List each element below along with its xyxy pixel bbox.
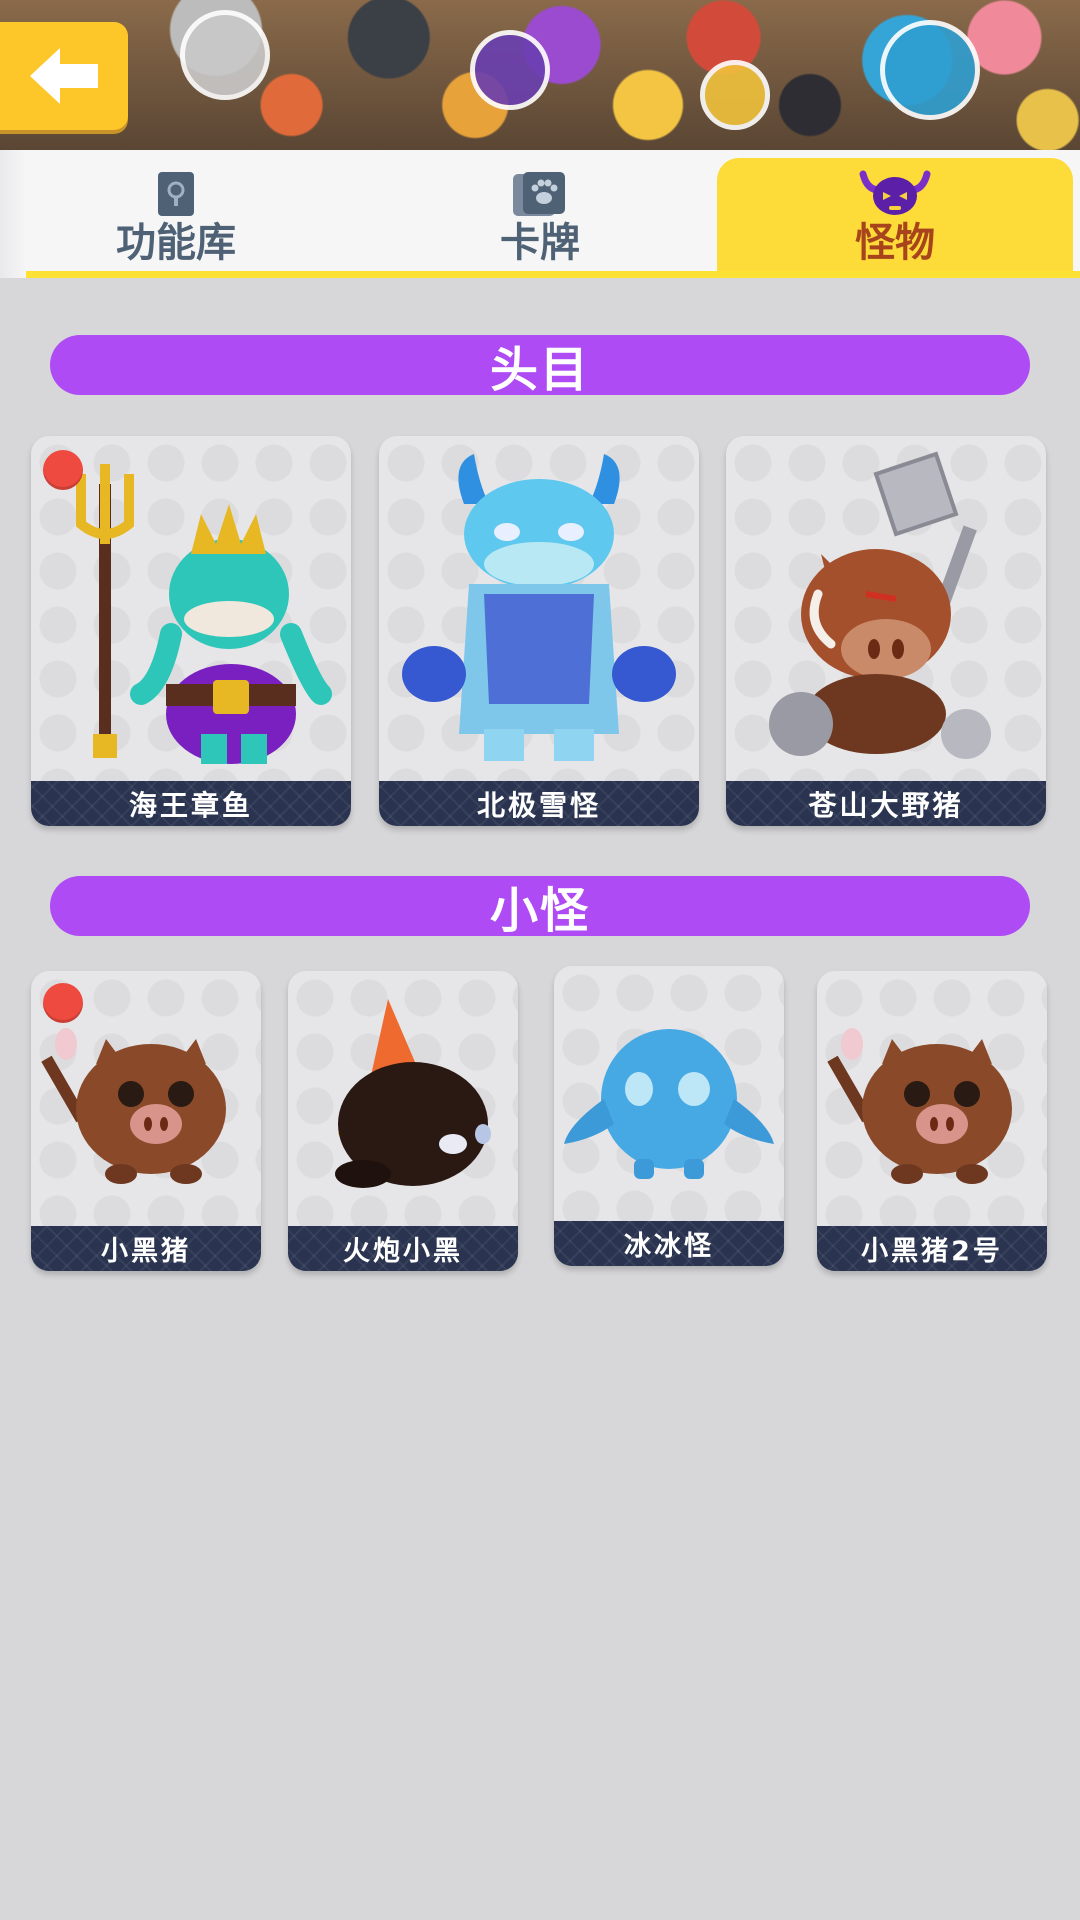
banner-sticker <box>180 10 270 100</box>
monster-card-ice-monster[interactable]: 冰冰怪 <box>554 966 784 1266</box>
book-icon <box>156 166 196 218</box>
monster-name-bar: 火炮小黑 <box>288 1226 518 1271</box>
monster-card-arctic-yeti[interactable]: 北极雪怪 <box>379 436 699 826</box>
paw-card-icon <box>511 166 569 218</box>
tab-library-label: 功能库 <box>116 220 236 266</box>
monster-portrait <box>31 436 351 781</box>
monster-name: 苍山大野猪 <box>808 788 964 822</box>
tab-cards-label: 卡牌 <box>500 220 580 266</box>
tab-bar-edge <box>0 150 26 278</box>
monster-name: 小黑猪 <box>101 1236 191 1267</box>
new-badge <box>43 450 83 490</box>
monster-name: 火炮小黑 <box>343 1236 463 1267</box>
monster-name-bar: 小黑猪2号 <box>817 1226 1047 1271</box>
tab-cards[interactable]: 卡牌 <box>390 158 690 271</box>
monster-card-mountain-boar[interactable]: 苍山大野猪 <box>726 436 1046 826</box>
tab-monsters-label: 怪物 <box>855 220 935 266</box>
banner-sticker <box>470 30 550 110</box>
monster-portrait <box>554 966 784 1221</box>
tab-library[interactable]: 功能库 <box>26 158 326 271</box>
monster-name-bar: 苍山大野猪 <box>726 781 1046 826</box>
monster-card-sea-king-octopus[interactable]: 海王章鱼 <box>31 436 351 826</box>
section-title-bosses: 头目 <box>489 342 590 398</box>
monster-name-bar: 北极雪怪 <box>379 781 699 826</box>
tab-bar: 功能库 卡牌 怪物 <box>0 150 1080 278</box>
back-button[interactable] <box>0 22 128 130</box>
monster-name-bar: 小黑猪 <box>31 1226 261 1271</box>
monster-card-little-black-pig-2[interactable]: 小黑猪2号 <box>817 971 1047 1271</box>
monster-card-little-black-pig[interactable]: 小黑猪 <box>31 971 261 1271</box>
banner-sticker <box>700 60 770 130</box>
tab-monsters[interactable]: 怪物 <box>717 158 1073 271</box>
header-banner <box>0 0 1080 150</box>
monster-name: 冰冰怪 <box>624 1231 714 1262</box>
monster-name: 小黑猪2号 <box>861 1236 1003 1267</box>
monster-name: 海王章鱼 <box>128 788 253 822</box>
banner-sticker <box>880 20 980 120</box>
monster-name-bar: 海王章鱼 <box>31 781 351 826</box>
arrow-left-icon <box>30 48 98 104</box>
monster-portrait <box>379 436 699 781</box>
monster-name: 北极雪怪 <box>476 788 601 822</box>
monster-name-bar: 冰冰怪 <box>554 1221 784 1266</box>
monster-portrait <box>726 436 1046 781</box>
new-badge <box>43 983 83 1023</box>
demon-skull-icon <box>857 166 933 218</box>
monster-portrait <box>817 971 1047 1226</box>
monster-portrait <box>288 971 518 1226</box>
section-title-minions: 小怪 <box>489 883 590 939</box>
monster-card-cannon-blackie[interactable]: 火炮小黑 <box>288 971 518 1271</box>
section-header-minions: 小怪 <box>50 876 1030 939</box>
section-header-bosses: 头目 <box>50 335 1030 398</box>
